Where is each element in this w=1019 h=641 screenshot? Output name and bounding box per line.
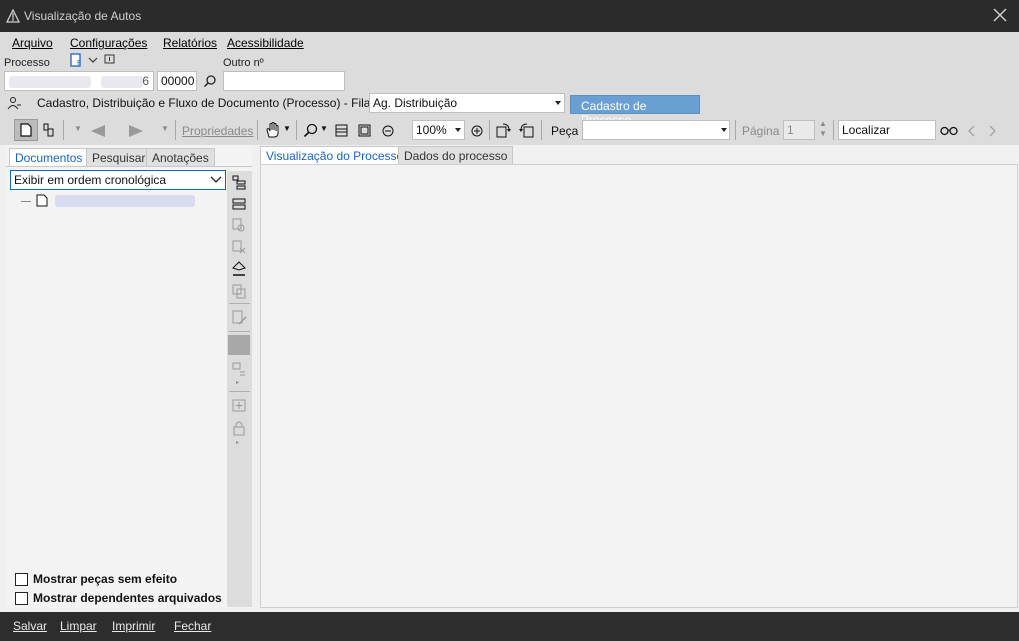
tab-documentos[interactable]: Documentos: [9, 148, 89, 166]
remove-document-icon[interactable]: [231, 239, 247, 255]
peca-select[interactable]: [582, 120, 730, 140]
imprimir-button[interactable]: Imprimir: [112, 619, 155, 633]
processo-type-icon[interactable]: F: [70, 53, 84, 67]
tree-expand-icon[interactable]: [231, 175, 247, 191]
processo-label: Processo: [4, 57, 50, 69]
edit-document-icon[interactable]: [231, 309, 247, 327]
side-toolbar: ▸ ▸: [227, 171, 252, 607]
menu-relatorios[interactable]: Relatórios: [163, 36, 217, 50]
rotate-left-icon[interactable]: [495, 122, 512, 139]
expand-arrow-icon-1[interactable]: ▸: [236, 379, 239, 386]
zoom-out-icon[interactable]: [382, 125, 394, 137]
tree-item-redacted[interactable]: [55, 195, 195, 207]
gavel-icon[interactable]: [231, 261, 247, 277]
outro-numero-input[interactable]: [223, 71, 345, 91]
expand-arrow-icon-2[interactable]: ▸: [236, 439, 239, 446]
fit-page-icon[interactable]: [358, 124, 371, 137]
chevron-down-icon[interactable]: [88, 56, 98, 64]
nav-dropdown-icon-2: ▼: [161, 124, 169, 133]
tab-visualizacao-processo[interactable]: Visualização do Processo: [260, 146, 410, 164]
hierarchy-icon: [43, 123, 54, 137]
lock-icon[interactable]: [231, 419, 247, 437]
processo-code-input[interactable]: 00000: [157, 71, 197, 91]
fechar-button[interactable]: Fechar: [174, 619, 211, 633]
menu-acessibilidade[interactable]: Acessibilidade: [227, 36, 304, 50]
limpar-button[interactable]: Limpar: [60, 619, 97, 633]
pagina-input[interactable]: 1: [783, 120, 815, 140]
list-view-icon[interactable]: [231, 197, 247, 211]
processo-number-input[interactable]: 6: [4, 71, 154, 91]
documents-tree[interactable]: [10, 192, 225, 562]
tab-pesquisar[interactable]: Pesquisar: [86, 148, 152, 166]
bottom-bar: Salvar Limpar Imprimir Fechar: [0, 612, 1019, 641]
left-panel: Documentos Pesquisar Anotações Exibir em…: [6, 145, 252, 608]
fit-width-icon[interactable]: [335, 124, 348, 137]
order-select[interactable]: Exibir em ordem cronológica: [10, 170, 226, 190]
pagina-label: Página: [742, 124, 780, 138]
selected-tool-slot[interactable]: [228, 335, 250, 355]
outro-label: Outro nº: [223, 57, 264, 69]
previous-arrow-icon[interactable]: [89, 124, 107, 138]
zoom-arrow-icon: [455, 128, 461, 132]
zoom-select[interactable]: 100%: [412, 120, 465, 140]
duplicate-icon[interactable]: [231, 283, 247, 299]
fila-select[interactable]: Ag. Distribuição: [369, 93, 565, 113]
info-icon[interactable]: [104, 54, 115, 66]
workflow-icon: [7, 97, 21, 110]
zoom-search-icon[interactable]: [303, 123, 318, 138]
document-icon: [20, 123, 32, 137]
next-arrow-icon[interactable]: [127, 124, 145, 138]
find-next-icon[interactable]: [988, 125, 998, 137]
document-viewer[interactable]: [260, 164, 1018, 608]
binoculars-icon[interactable]: [940, 124, 958, 136]
tab-dados-processo[interactable]: Dados do processo: [398, 146, 514, 164]
tab-anotacoes[interactable]: Anotações: [146, 148, 215, 166]
localizar-input[interactable]: Localizar: [838, 120, 936, 140]
fila-label: Cadastro, Distribuição e Fluxo de Docume…: [37, 96, 374, 110]
right-panel: Visualização do Processo Dados do proces…: [257, 145, 1019, 608]
hierarchy-view-button[interactable]: [40, 119, 56, 141]
app-logo-icon: [6, 9, 20, 23]
find-previous-icon[interactable]: [966, 125, 976, 137]
nav-dropdown-icon: ▼: [74, 124, 82, 133]
search-icon[interactable]: [203, 74, 217, 88]
checkbox-pecas-sem-efeito[interactable]: [15, 573, 28, 586]
svg-text:F: F: [77, 59, 81, 67]
copy-document-icon[interactable]: [231, 217, 247, 233]
title-bar: Visualização de Autos: [0, 0, 1019, 32]
add-note-icon[interactable]: [231, 398, 247, 414]
chevron-down-icon-order: [210, 176, 222, 183]
hand-dropdown-icon[interactable]: ▼: [283, 124, 291, 133]
checkbox-pecas-sem-efeito-label: Mostrar peças sem efeito: [33, 572, 178, 586]
peca-label: Peça: [551, 124, 579, 138]
tree-structure-icon[interactable]: [231, 361, 247, 377]
zoom-in-icon[interactable]: [471, 125, 483, 137]
document-icon-tree: [36, 194, 48, 207]
hand-tool-icon[interactable]: [264, 121, 282, 139]
salvar-button[interactable]: Salvar: [13, 619, 47, 633]
window-title: Visualização de Autos: [24, 9, 142, 23]
checkbox-dependentes-arquivados-label: Mostrar dependentes arquivados: [33, 591, 222, 605]
close-icon[interactable]: [991, 6, 1009, 24]
peca-arrow-icon[interactable]: [720, 127, 728, 133]
cadastro-processo-button[interactable]: Cadastro de Processo: [570, 95, 700, 127]
checkbox-dependentes-arquivados[interactable]: [15, 592, 28, 605]
dropdown-arrow-icon: [555, 101, 561, 105]
menu-arquivo[interactable]: Arquivo: [12, 36, 53, 50]
zoom-dropdown-icon[interactable]: ▼: [320, 124, 328, 133]
propriedades-button[interactable]: Propriedades: [182, 124, 253, 138]
pagina-stepper[interactable]: ▲ ▼: [819, 119, 827, 139]
rotate-right-icon[interactable]: [518, 122, 535, 139]
document-view-button[interactable]: [14, 119, 38, 141]
upper-area: Arquivo Configurações Relatórios Acessib…: [0, 32, 1019, 145]
menu-configuracoes[interactable]: Configurações: [70, 36, 147, 50]
